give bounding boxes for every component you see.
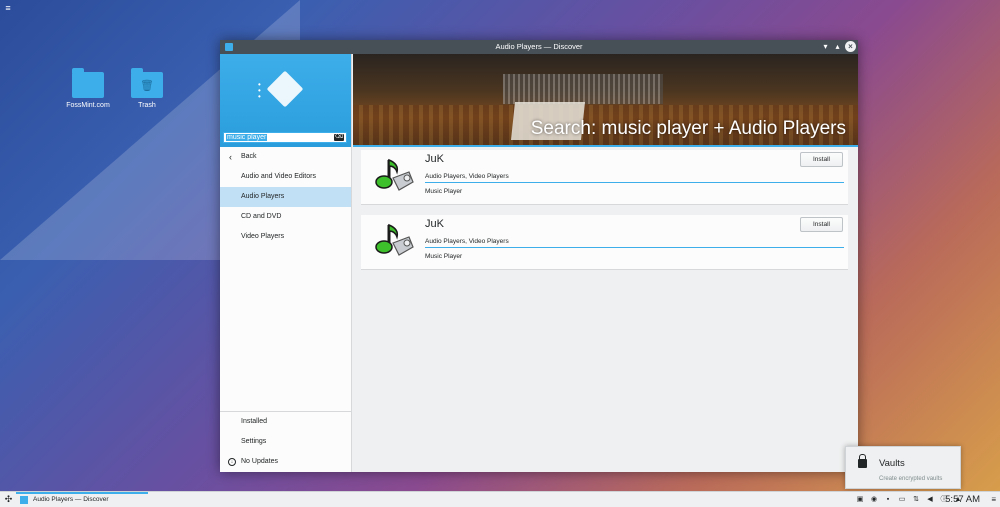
sidebar-item-video-players[interactable]: Video Players bbox=[220, 227, 351, 247]
juk-app-icon bbox=[375, 158, 414, 191]
desktop-icon-label: Trash bbox=[138, 102, 156, 109]
vault-tray-icon[interactable]: ▪ bbox=[884, 494, 892, 505]
sidebar-item-audio-players[interactable]: Audio Players bbox=[220, 187, 351, 207]
clear-search-icon[interactable]: ⌫ bbox=[334, 134, 344, 141]
sidebar-item-label: CD and DVD bbox=[241, 213, 282, 220]
chevron-left-icon: ‹ bbox=[229, 152, 232, 162]
clock[interactable]: 5:57 AM bbox=[945, 493, 980, 506]
banner-headline: Search: music player + Audio Players bbox=[530, 118, 846, 139]
desktop-icon-trash[interactable]: 🗑 Trash bbox=[117, 68, 177, 109]
app-categories: Audio Players, Video Players bbox=[425, 238, 509, 245]
app-description: Music Player bbox=[425, 188, 463, 195]
discover-logo-area: • • • music player ⌫ bbox=[220, 54, 351, 147]
install-button[interactable]: Install bbox=[800, 217, 843, 232]
sidebar-item-audio-video-editors[interactable]: Audio and Video Editors bbox=[220, 167, 351, 187]
trash-icon: 🗑 bbox=[131, 68, 163, 98]
list-item[interactable]: JuK Audio Players, Video Players Music P… bbox=[361, 150, 848, 205]
window-titlebar[interactable]: Audio Players — Discover ▾ ▴ × bbox=[220, 40, 858, 54]
minimize-icon[interactable]: ▾ bbox=[820, 41, 831, 52]
app-name[interactable]: JuK bbox=[425, 153, 444, 165]
vaults-title: Vaults bbox=[879, 458, 905, 469]
sidebar-item-label: Settings bbox=[241, 438, 267, 445]
sidebar-item-settings[interactable]: Settings bbox=[220, 432, 351, 452]
discover-logo-dots: • • • bbox=[258, 80, 261, 101]
desktop-menu-icon[interactable]: ≡ bbox=[2, 2, 14, 14]
folder-icon bbox=[72, 68, 104, 98]
desktop-icon-fossmint[interactable]: FossMint.com bbox=[58, 68, 118, 109]
banner-stage-image bbox=[503, 74, 663, 104]
app-name[interactable]: JuK bbox=[425, 218, 444, 230]
window-title: Audio Players — Discover bbox=[495, 42, 583, 51]
sidebar-item-cd-dvd[interactable]: CD and DVD bbox=[220, 207, 351, 227]
sidebar: • • • music player ⌫ ‹ Back Audio and Vide… bbox=[220, 54, 352, 472]
main-content: Search: music player + Audio Players JuK… bbox=[353, 54, 858, 472]
app-categories: Audio Players, Video Players bbox=[425, 173, 509, 180]
lock-icon bbox=[858, 454, 867, 468]
sidebar-item-label: Video Players bbox=[241, 233, 285, 240]
clipboard-icon[interactable]: ▣ bbox=[856, 494, 864, 505]
desktop-icon-label: FossMint.com bbox=[66, 102, 110, 109]
close-icon[interactable]: × bbox=[845, 41, 856, 52]
sidebar-item-updates[interactable]: ↓ No Updates bbox=[220, 452, 351, 472]
juk-app-icon bbox=[375, 223, 414, 256]
taskbar-task-discover[interactable]: Audio Players — Discover bbox=[16, 492, 148, 507]
updates-icon: ↓ bbox=[228, 458, 236, 466]
application-launcher-icon[interactable]: ✣ bbox=[3, 494, 14, 505]
updates-tray-icon[interactable]: ◉ bbox=[870, 494, 878, 505]
divider bbox=[425, 182, 844, 183]
panel-menu-icon[interactable]: ≡ bbox=[991, 494, 996, 505]
discover-window: Audio Players — Discover ▾ ▴ × • • • music… bbox=[220, 40, 858, 472]
search-value: music player bbox=[226, 134, 268, 141]
vaults-popup[interactable]: Vaults Create encrypted vaults bbox=[845, 446, 961, 489]
discover-logo-icon bbox=[266, 70, 304, 108]
sidebar-item-label: Audio Players bbox=[241, 193, 285, 200]
display-icon[interactable]: ▭ bbox=[898, 494, 906, 505]
list-item[interactable]: JuK Audio Players, Video Players Music P… bbox=[361, 215, 848, 270]
category-banner: Search: music player + Audio Players bbox=[353, 54, 858, 147]
sidebar-item-label: Installed bbox=[241, 418, 268, 425]
app-description: Music Player bbox=[425, 253, 463, 260]
volume-icon[interactable]: ◀ bbox=[926, 494, 934, 505]
discover-task-icon bbox=[20, 496, 28, 504]
back-button[interactable]: ‹ Back bbox=[220, 147, 351, 167]
back-label: Back bbox=[241, 153, 257, 160]
vaults-subtitle[interactable]: Create encrypted vaults bbox=[879, 476, 942, 482]
network-icon[interactable]: ⇅ bbox=[912, 494, 920, 505]
maximize-icon[interactable]: ▴ bbox=[832, 41, 843, 52]
install-button[interactable]: Install bbox=[800, 152, 843, 167]
search-input[interactable]: music player ⌫ bbox=[223, 132, 347, 143]
sidebar-item-installed[interactable]: Installed bbox=[220, 412, 351, 432]
sidebar-item-label: Audio and Video Editors bbox=[241, 173, 316, 180]
sidebar-item-label: No Updates bbox=[241, 458, 278, 465]
taskbar: ✣ Audio Players — Discover ▣ ◉ ▪ ▭ ⇅ ◀ ⓘ… bbox=[0, 491, 1000, 507]
results-list: JuK Audio Players, Video Players Music P… bbox=[361, 150, 848, 280]
task-label: Audio Players — Discover bbox=[33, 496, 109, 503]
sidebar-bottom: Installed Settings ↓ No Updates bbox=[220, 411, 351, 472]
divider bbox=[425, 247, 844, 248]
